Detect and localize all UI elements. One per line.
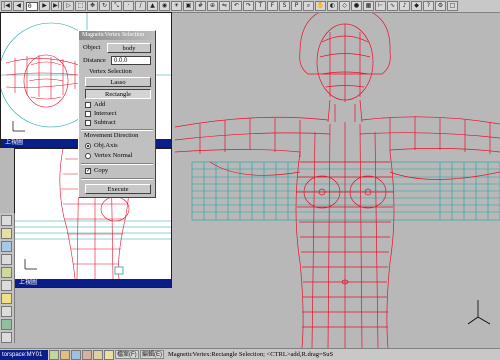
rotate-tool-icon[interactable]: ↻: [99, 1, 110, 11]
intersect-label: Intersect: [94, 110, 117, 117]
obj-axis-option[interactable]: Obj.Axis: [85, 142, 118, 149]
tool-cylinder-icon[interactable]: [1, 267, 12, 278]
scale-tool-icon[interactable]: ⤡: [111, 1, 122, 11]
edit-menu[interactable]: 編輯(E): [140, 350, 164, 359]
zoom-icon[interactable]: ⌕: [303, 1, 314, 11]
material-icon[interactable]: ●: [351, 1, 362, 11]
status-icon-2[interactable]: [60, 349, 70, 360]
vertex-normal-option[interactable]: Vertex Normal: [85, 152, 132, 159]
bone-icon[interactable]: ⊢: [375, 1, 386, 11]
workspace-name: torspace:MY01: [0, 349, 48, 360]
object-button[interactable]: body: [107, 43, 151, 53]
face-tool-icon[interactable]: ▲: [147, 1, 158, 11]
view-persp-icon[interactable]: P: [291, 1, 302, 11]
copy-label: Copy: [94, 167, 109, 174]
add-option[interactable]: Add: [85, 101, 105, 108]
subtract-checkbox[interactable]: [85, 119, 91, 126]
divider: [81, 129, 153, 131]
move-tool-icon[interactable]: ✥: [87, 1, 98, 11]
shade-icon[interactable]: ◐: [327, 1, 338, 11]
add-label: Add: [94, 101, 106, 108]
view-front-icon[interactable]: F: [267, 1, 278, 11]
tool-camera-icon[interactable]: [1, 306, 12, 317]
object-label: Object: [83, 44, 101, 51]
distance-input[interactable]: 0.0.0: [111, 56, 151, 65]
edge-tool-icon[interactable]: /: [135, 1, 146, 11]
magnetic-vertex-dialog: MagneticVertex Selection Object body Dis…: [78, 30, 156, 198]
last-frame-button[interactable]: ▶|: [51, 1, 62, 11]
view-top-icon[interactable]: T: [255, 1, 266, 11]
vertex-tool-icon[interactable]: ·: [123, 1, 134, 11]
vertex-selection-label: Vertex Selection: [89, 68, 132, 75]
anim-icon[interactable]: ♪: [399, 1, 410, 11]
lasso-button[interactable]: Lasso: [85, 77, 151, 87]
subtract-option[interactable]: Subtract: [85, 119, 116, 126]
mirror-tool-icon[interactable]: ⇋: [219, 1, 230, 11]
add-checkbox[interactable]: [85, 101, 91, 108]
play-button[interactable]: ▷: [63, 1, 74, 11]
intersect-option[interactable]: Intersect: [85, 110, 116, 117]
rectangle-button[interactable]: Rectangle: [85, 89, 151, 99]
next-frame-button[interactable]: ▶: [39, 1, 50, 11]
obj-axis-label: Obj.Axis: [94, 142, 118, 149]
tool-light-icon[interactable]: [1, 293, 12, 304]
bottom-left-viewport-title: 上視圖: [15, 279, 171, 287]
pan-icon[interactable]: ✋: [315, 1, 326, 11]
status-icon-3[interactable]: [71, 349, 81, 360]
settings-icon[interactable]: ⚙: [435, 1, 446, 11]
subtract-label: Subtract: [94, 119, 116, 126]
execute-button[interactable]: Execute: [85, 184, 151, 194]
window-icon[interactable]: □: [447, 1, 458, 11]
tool-polygon-icon[interactable]: [1, 228, 12, 239]
grid-tool-icon[interactable]: #: [195, 1, 206, 11]
first-frame-button[interactable]: |◀: [1, 1, 12, 11]
divider: [81, 163, 153, 165]
key-icon[interactable]: ◆: [411, 1, 422, 11]
wire-icon[interactable]: ◇: [339, 1, 350, 11]
morph-icon[interactable]: ∿: [387, 1, 398, 11]
tool-cube-icon[interactable]: [1, 241, 12, 252]
select-tool-icon[interactable]: ⬚: [75, 1, 86, 11]
tool-plane-icon[interactable]: [1, 280, 12, 291]
help-icon[interactable]: ?: [423, 1, 434, 11]
camera-tool-icon[interactable]: ◉: [159, 1, 170, 11]
undo-button[interactable]: ↶: [231, 1, 242, 11]
vertex-normal-label: Vertex Normal: [94, 152, 133, 159]
tool-sphere-icon[interactable]: [1, 254, 12, 265]
movement-direction-label: Movement Direction: [84, 132, 139, 139]
frame-input[interactable]: 0: [26, 1, 38, 11]
view-side-icon[interactable]: S: [279, 1, 290, 11]
tool-layer-icon[interactable]: [1, 332, 12, 343]
status-icon-4[interactable]: [82, 349, 92, 360]
status-icon-1[interactable]: [49, 349, 59, 360]
tool-image-icon[interactable]: [1, 319, 12, 330]
redo-button[interactable]: ↷: [243, 1, 254, 11]
texture-icon[interactable]: ▦: [363, 1, 374, 11]
vertex-normal-radio[interactable]: [85, 152, 91, 159]
render-tool-icon[interactable]: ▣: [183, 1, 194, 11]
obj-axis-radio[interactable]: [85, 142, 91, 149]
tool-cursor-icon[interactable]: [1, 215, 12, 226]
copy-option[interactable]: ✓ Copy: [85, 167, 108, 174]
prev-frame-button[interactable]: ◀: [13, 1, 24, 11]
copy-checkbox[interactable]: ✓: [85, 167, 91, 174]
left-tool-strip: [0, 213, 15, 343]
intersect-checkbox[interactable]: [85, 110, 91, 117]
status-icon-6[interactable]: [104, 349, 114, 360]
snap-tool-icon[interactable]: ⊕: [207, 1, 218, 11]
status-message: MagneticVertex:Rectangle Selection; <CTR…: [168, 351, 334, 358]
file-menu[interactable]: 檔案(F): [115, 350, 139, 359]
distance-label: Distance: [83, 57, 106, 64]
status-bar: torspace:MY01 檔案(F) 編輯(E) MagneticVertex…: [0, 348, 500, 360]
divider: [81, 178, 153, 180]
light-tool-icon[interactable]: ☀: [171, 1, 182, 11]
dialog-title: MagneticVertex Selection: [79, 31, 155, 40]
status-icon-5[interactable]: [93, 349, 103, 360]
